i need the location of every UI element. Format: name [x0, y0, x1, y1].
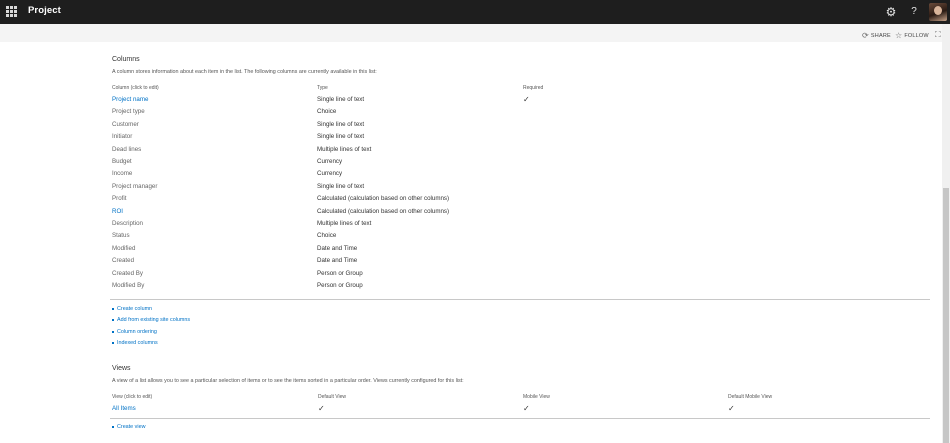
table-row: Status Choice [112, 232, 932, 244]
columns-description: A column stores information about each i… [112, 69, 377, 75]
column-name-link[interactable]: Income [112, 170, 132, 177]
table-row: Budget Currency [112, 158, 932, 170]
column-type: Date and Time [317, 244, 358, 252]
columns-action-link[interactable]: Create column [112, 306, 152, 312]
focus-mode-icon[interactable]: ⛶ [935, 30, 941, 40]
table-row: ROI Calculated (calculation based on othe… [112, 208, 932, 220]
column-name-link[interactable]: Description [112, 220, 143, 227]
column-name-link[interactable]: Created By [112, 270, 143, 277]
column-name-link[interactable]: Project type [112, 108, 145, 115]
column-type: Single line of text [317, 96, 365, 103]
gear-icon[interactable]: ⚙ [883, 4, 899, 20]
table-row: Initiator Single line of text [112, 133, 932, 145]
help-icon[interactable]: ? [906, 4, 922, 20]
follow-button[interactable]: ☆ FOLLOW [895, 31, 929, 40]
column-type: Multiple lines of text [317, 145, 372, 153]
bullet-icon [112, 426, 114, 428]
share-button[interactable]: ⟳ SHARE [862, 31, 891, 40]
waffle-icon[interactable] [6, 6, 17, 17]
column-header-name: Column (click to edit) [112, 85, 159, 91]
view-header-default: Default View [318, 394, 346, 400]
sub-header [0, 24, 942, 42]
column-name-link[interactable]: ROI [112, 208, 123, 215]
column-type: Date and Time [317, 257, 358, 265]
table-row: Dead lines Multiple lines of text [112, 146, 932, 158]
column-type: Calculated (calculation based on other c… [317, 195, 450, 203]
column-name-link[interactable]: Status [112, 232, 130, 239]
table-row: Modified Date and Time [112, 245, 932, 257]
column-type: Single line of text [317, 120, 365, 128]
checkmark-icon: ✓ [318, 404, 325, 413]
table-row: Modified By Person or Group [112, 282, 932, 294]
share-label: SHARE [870, 32, 891, 39]
star-icon: ☆ [895, 31, 903, 40]
link-label[interactable]: Create column [117, 306, 152, 312]
avatar[interactable] [929, 3, 947, 21]
bullet-icon [112, 341, 114, 344]
views-description: A view of a list allows you to see a par… [112, 378, 464, 384]
table-row: Project name Single line of text ✓ [112, 96, 932, 108]
view-name-link[interactable]: All Items [112, 405, 136, 412]
bullet-icon [112, 330, 114, 333]
column-type: Multiple lines of text [317, 220, 372, 227]
checkmark-icon: ✓ [523, 404, 530, 413]
column-name-link[interactable]: Profit [112, 195, 126, 202]
table-row: All Items ✓ ✓ ✓ [112, 405, 932, 417]
column-type: Person or Group [317, 269, 363, 277]
column-name-link[interactable]: Project name [112, 96, 148, 103]
view-header-mobile: Mobile View [523, 394, 550, 400]
link-label[interactable]: Create view [117, 424, 145, 430]
column-name-link[interactable]: Project manager [112, 183, 157, 190]
column-name-link[interactable]: Customer [112, 121, 139, 128]
views-title: Views [112, 365, 131, 372]
checkmark-icon: ✓ [728, 404, 735, 413]
table-row: Income Currency [112, 170, 932, 182]
share-icon: ⟳ [862, 31, 869, 40]
column-name-link[interactable]: Initiator [112, 133, 132, 140]
link-label[interactable]: Indexed columns [117, 340, 158, 346]
column-name-link[interactable]: Budget [112, 158, 132, 165]
view-header-default-mobile: Default Mobile View [728, 394, 773, 400]
bullet-icon [112, 319, 114, 322]
suite-bar: Project ⚙ ? [0, 0, 950, 24]
bullet-icon [112, 308, 114, 310]
table-row: Profit Calculated (calculation based on o… [112, 195, 932, 207]
column-name-link[interactable]: Modified [112, 245, 135, 252]
column-type: Choice [317, 108, 337, 116]
column-header-type: Type [317, 85, 328, 91]
columns-title: Columns [112, 56, 140, 63]
columns-action-link[interactable]: Indexed columns [112, 340, 158, 346]
table-row: Project type Choice [112, 108, 932, 120]
link-label[interactable]: Add from existing site columns [117, 317, 190, 323]
scrollbar-thumb[interactable] [943, 188, 949, 443]
table-row: Created By Person or Group [112, 270, 932, 282]
columns-divider [110, 299, 930, 300]
column-type: Currency [317, 170, 343, 178]
column-type: Single line of text [317, 133, 365, 141]
views-action-link[interactable]: Create view [112, 424, 145, 430]
column-type: Calculated (calculation based on other c… [317, 207, 450, 215]
column-type: Choice [317, 232, 337, 240]
columns-action-link[interactable]: Add from existing site columns [112, 317, 190, 323]
column-type: Person or Group [317, 282, 363, 289]
column-name-link[interactable]: Dead lines [112, 146, 141, 153]
app-title[interactable]: Project [28, 5, 61, 16]
column-type: Currency [317, 158, 343, 165]
column-name-link[interactable]: Modified By [112, 282, 144, 289]
table-row: Project manager Single line of text [112, 183, 932, 195]
view-header-name: View (click to edit) [112, 394, 153, 400]
follow-label: FOLLOW [904, 32, 929, 39]
column-type: Single line of text [317, 182, 365, 190]
table-row: Customer Single line of text [112, 121, 932, 133]
link-label[interactable]: Column ordering [117, 329, 157, 335]
columns-action-link[interactable]: Column ordering [112, 329, 157, 335]
column-header-required: Required [523, 85, 544, 91]
column-name-link[interactable]: Created [112, 257, 134, 264]
table-row: Created Date and Time [112, 257, 932, 269]
checkmark-icon: ✓ [523, 95, 530, 104]
table-row: Description Multiple lines of text [112, 220, 932, 232]
views-divider [110, 418, 930, 419]
